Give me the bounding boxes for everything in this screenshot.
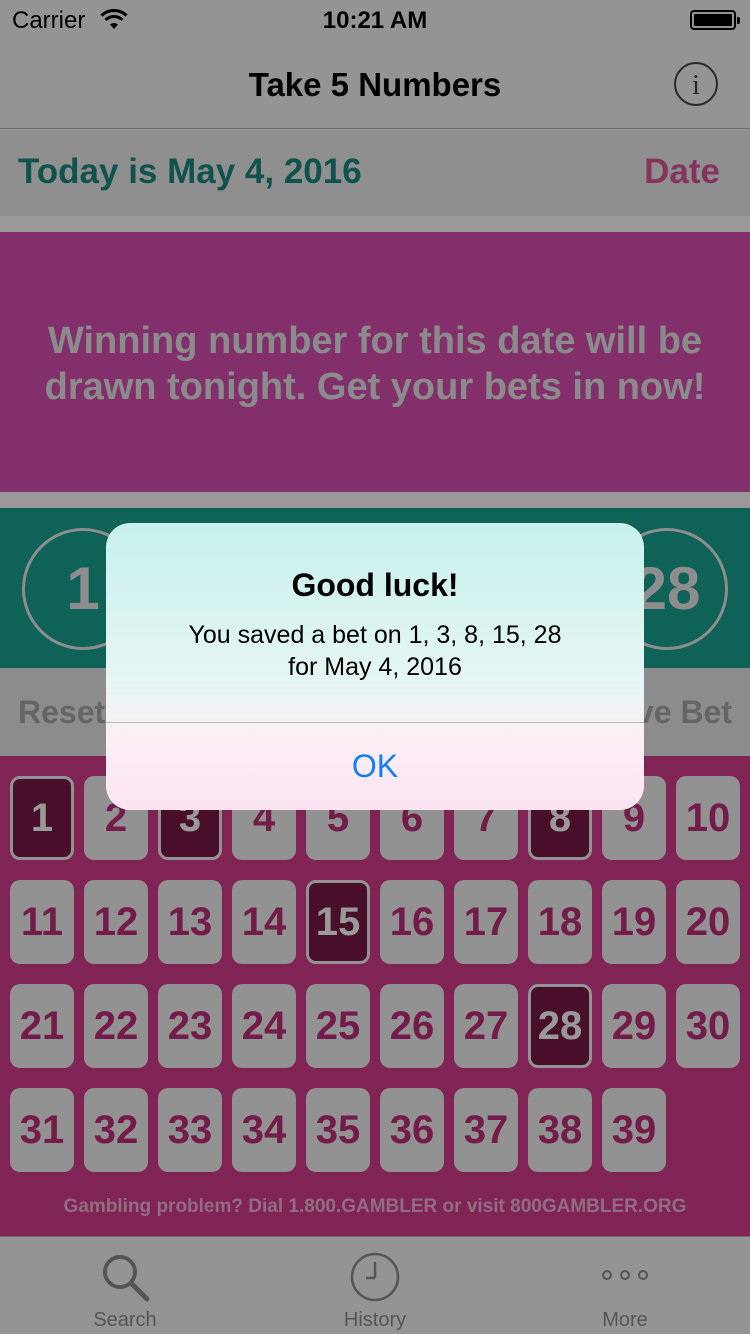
alert-title: Good luck!: [291, 567, 459, 603]
alert-dialog: Good luck! You saved a bet on 1, 3, 8, 1…: [106, 523, 644, 810]
alert-message-line-2: for May 4, 2016: [288, 653, 462, 681]
alert-message-line-1: You saved a bet on 1, 3, 8, 15, 28: [188, 621, 562, 649]
alert-ok-button[interactable]: OK: [106, 723, 644, 810]
alert-message: You saved a bet on 1, 3, 8, 15, 28 for M…: [136, 619, 614, 683]
